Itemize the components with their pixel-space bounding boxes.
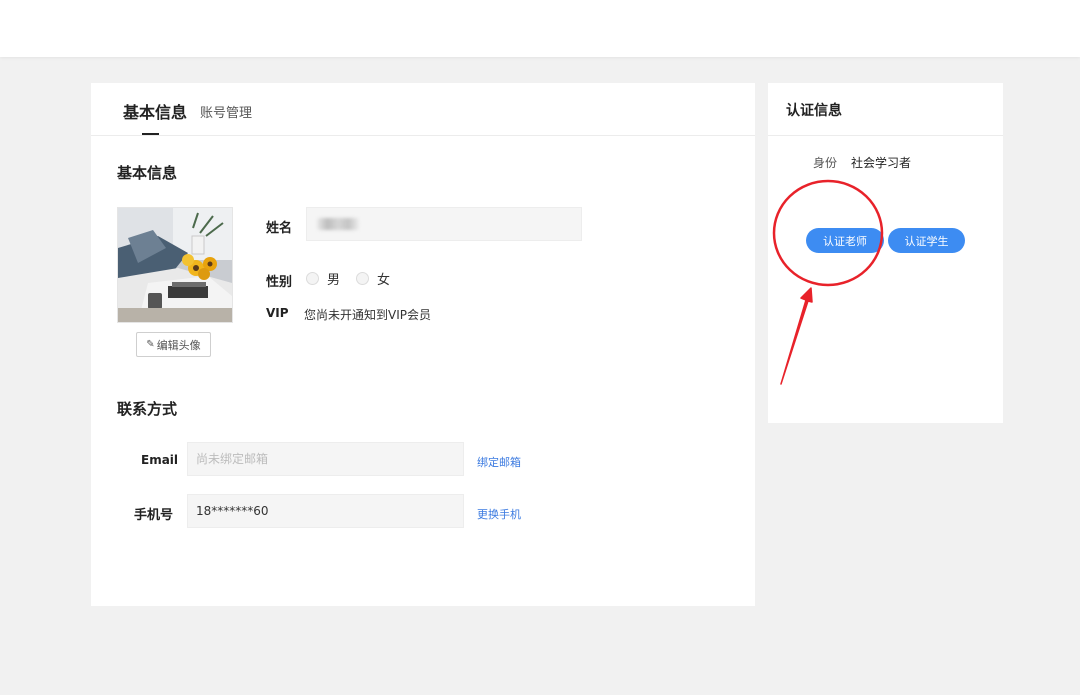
top-navigation-bar — [0, 0, 1080, 57]
email-label: Email — [141, 453, 179, 467]
radio-female[interactable] — [356, 272, 369, 285]
tab-basic-info[interactable]: 基本信息 — [123, 99, 187, 123]
gender-label: 性别 — [266, 275, 293, 290]
email-input[interactable] — [187, 442, 464, 476]
identity-value: 社会学习者 — [851, 156, 912, 170]
contact-section-title: 联系方式 — [117, 400, 178, 418]
certify-student-button[interactable]: 认证学生 — [888, 228, 965, 253]
bind-email-link[interactable]: 绑定邮箱 — [477, 454, 521, 470]
active-tab-indicator — [142, 133, 159, 135]
certification-card: 认证信息 身份 社会学习者 认证老师 认证学生 — [768, 83, 1003, 423]
gender-option-male[interactable]: 男 — [306, 269, 340, 288]
avatar-image — [118, 208, 232, 322]
profile-card: 基本信息 账号管理 基本信息 ✎ 编辑头像 姓名 性别 男 女 VIP 您尚未开… — [91, 83, 755, 606]
edit-icon: ✎ — [146, 339, 155, 350]
radio-female-label: 女 — [377, 273, 391, 288]
profile-tabs: 基本信息 账号管理 — [91, 83, 755, 136]
radio-male[interactable] — [306, 272, 319, 285]
edit-avatar-label: 编辑头像 — [156, 338, 201, 352]
vip-status-text: 您尚未开通知到VIP会员 — [304, 308, 431, 322]
identity-label: 身份 — [813, 156, 838, 170]
phone-input[interactable] — [187, 494, 464, 528]
gender-option-female[interactable]: 女 — [356, 269, 390, 288]
blurred-name-value — [317, 218, 359, 230]
radio-male-label: 男 — [327, 273, 341, 288]
name-label: 姓名 — [266, 221, 293, 236]
certification-header: 认证信息 — [768, 83, 1003, 136]
avatar — [117, 207, 233, 323]
name-input[interactable] — [306, 207, 582, 241]
vip-label: VIP — [266, 306, 289, 320]
certification-title: 认证信息 — [786, 103, 842, 119]
basic-info-section-title: 基本信息 — [117, 164, 178, 182]
edit-avatar-button[interactable]: ✎ 编辑头像 — [136, 332, 211, 357]
tab-account-management[interactable]: 账号管理 — [200, 102, 252, 121]
change-phone-link[interactable]: 更换手机 — [477, 506, 521, 522]
certify-teacher-button[interactable]: 认证老师 — [806, 228, 884, 253]
phone-label: 手机号 — [134, 508, 174, 523]
